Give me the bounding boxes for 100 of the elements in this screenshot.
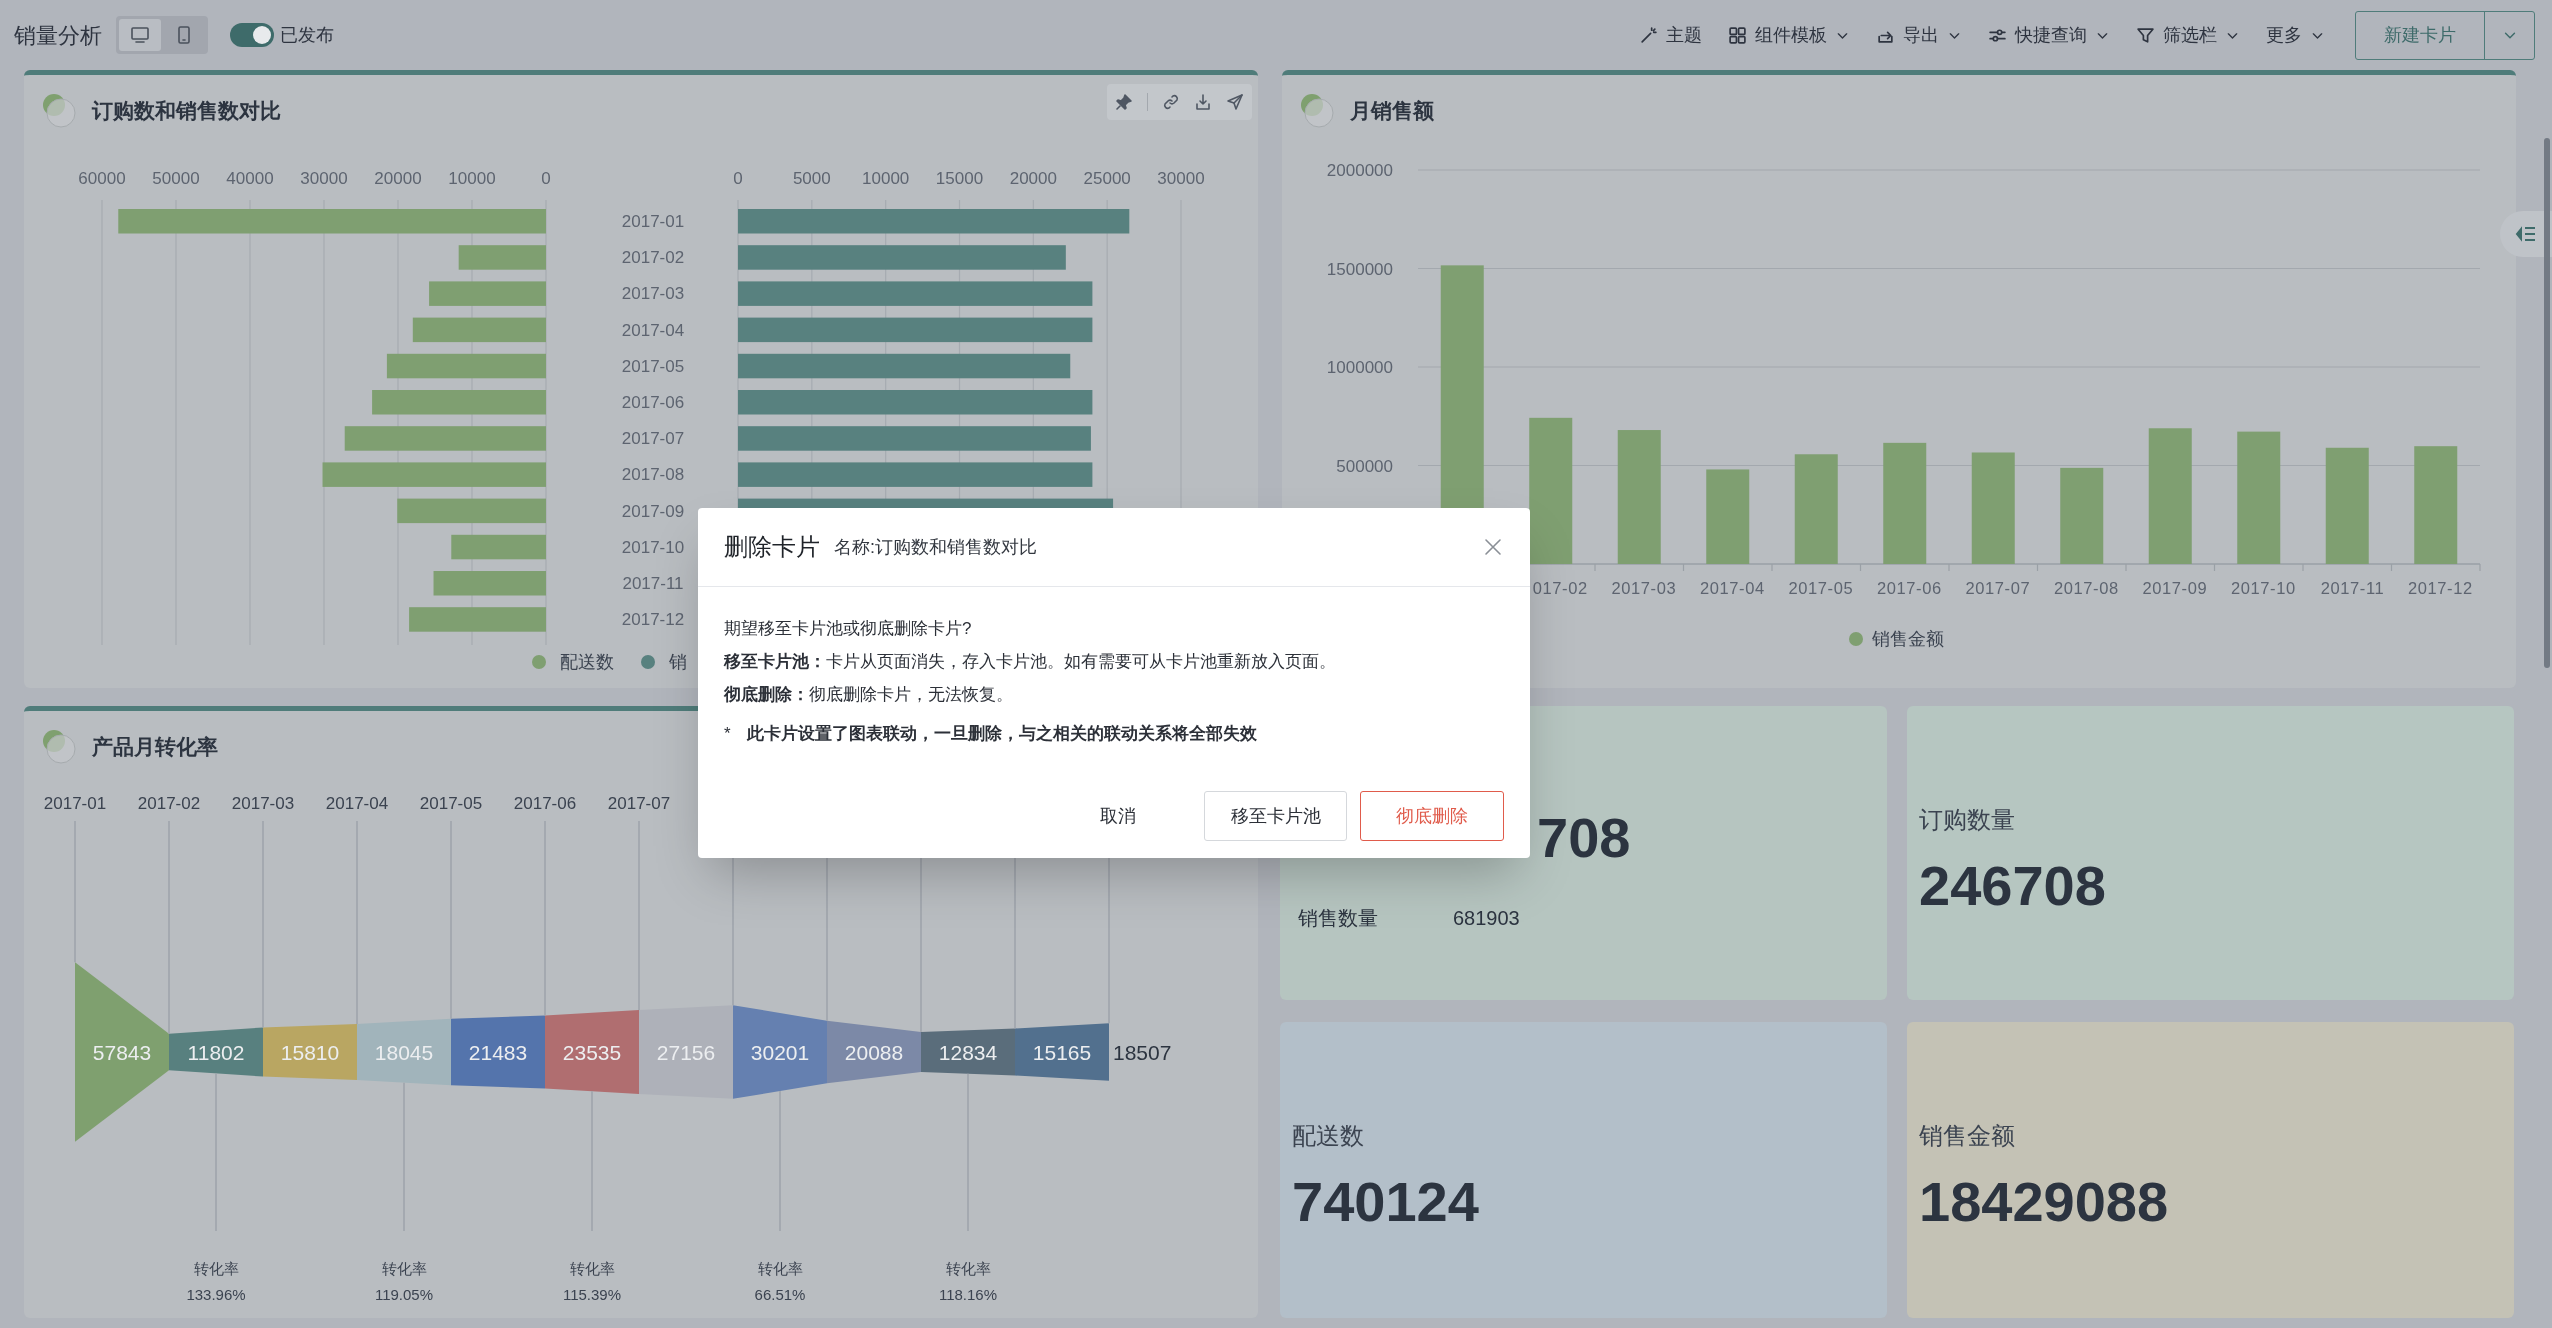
category-label: 2017-09 xyxy=(621,501,685,521)
kpi-label: 配送数 xyxy=(1292,1124,1365,1148)
menu-button[interactable]: 快捷查询 xyxy=(1988,21,2110,49)
card-title: 产品月转化率 xyxy=(92,734,218,761)
category-label: 2017-07 xyxy=(1965,579,2031,597)
desktop-view-button[interactable] xyxy=(119,19,161,51)
card-title: 月销售额 xyxy=(1350,98,1434,125)
category-label: 2017-08 xyxy=(621,465,685,485)
category-label: 2017-12 xyxy=(621,610,685,630)
rate-label: 转化率 xyxy=(945,1260,991,1277)
legend-label: 销售金额 xyxy=(1872,629,1944,649)
axis-label: 40000 xyxy=(226,169,274,188)
rate-label: 转化率 xyxy=(381,1260,427,1277)
send-button[interactable] xyxy=(1226,93,1244,111)
rate-label: 转化率 xyxy=(569,1260,615,1277)
stage-value: 23535 xyxy=(562,1041,622,1064)
link-button[interactable] xyxy=(1162,93,1180,111)
category-label: 2017-11 xyxy=(2320,579,2385,597)
stage-value: 18507 xyxy=(1113,1041,1172,1064)
dialog-title: 删除卡片 xyxy=(724,532,820,562)
axis-label: 25000 xyxy=(1083,169,1131,188)
close-button[interactable] xyxy=(1482,536,1504,558)
stage-value: 20088 xyxy=(844,1041,904,1064)
stage-label: 2017-06 xyxy=(513,794,577,813)
rate-label: 转化率 xyxy=(193,1260,239,1277)
legend-label: 销 xyxy=(669,650,687,674)
scrollbar[interactable] xyxy=(2544,138,2550,668)
stage-value: 15165 xyxy=(1032,1041,1092,1064)
detail-value: 681903 xyxy=(1453,906,1520,931)
warning-text: 此卡片设置了图表联动，一旦删除，与之相关的联动关系将全部失效 xyxy=(747,723,1257,745)
dialog-subtitle: 名称:订购数和销售数对比 xyxy=(834,535,1037,559)
pin-icon xyxy=(1115,93,1133,111)
kpi-value: 18429088 xyxy=(1919,1174,2170,1230)
axis-label: 10000 xyxy=(862,169,910,188)
axis-label: 20000 xyxy=(1009,169,1057,188)
menu-button[interactable]: 组件模板 xyxy=(1728,21,1850,49)
kpi-label: 订购数量 xyxy=(1919,808,2016,832)
category-label: 2017-03 xyxy=(621,284,685,304)
category-label: 2017-05 xyxy=(621,356,685,376)
download-button[interactable] xyxy=(1194,93,1212,111)
stage-label: 2017-05 xyxy=(419,794,483,813)
rate-value: 66.51% xyxy=(754,1286,806,1303)
publish-label: 已发布 xyxy=(280,23,334,47)
send-icon xyxy=(1226,93,1244,111)
category-label: 2017-05 xyxy=(1788,579,1854,597)
dialog-text: 彻底删除：彻底删除卡片，无法恢复。 xyxy=(724,684,1014,706)
publish-switch[interactable] xyxy=(230,23,274,47)
stage-value: 12834 xyxy=(938,1041,998,1064)
axis-label: 1500000 xyxy=(1326,259,1393,279)
legend-label: 配送数 xyxy=(560,650,614,674)
menu-button[interactable]: 导出 xyxy=(1876,21,1962,49)
stage-label: 2017-04 xyxy=(325,794,389,813)
stage-value: 18045 xyxy=(374,1041,434,1064)
menu-button[interactable]: 主题 xyxy=(1639,21,1702,49)
category-label: 2017-10 xyxy=(621,537,685,557)
axis-label: 2000000 xyxy=(1326,161,1393,180)
category-label: 2017-06 xyxy=(1877,579,1942,597)
stage-label: 2017-03 xyxy=(231,794,295,813)
axis-label: 30000 xyxy=(1157,169,1205,188)
move-button[interactable]: 移至卡片池 xyxy=(1204,791,1347,841)
rate-value: 119.05% xyxy=(374,1286,434,1303)
rate-value: 133.96% xyxy=(186,1286,246,1303)
indent-icon xyxy=(2515,225,2537,243)
filter-icon xyxy=(2136,25,2155,45)
category-label: 017-02 xyxy=(1532,579,1588,597)
category-label: 2017-10 xyxy=(2231,579,2296,597)
kpi-value: 740124 xyxy=(1292,1174,1480,1230)
rate-value: 118.16% xyxy=(938,1286,998,1303)
warning-mark: * xyxy=(724,723,732,745)
axis-label: 1000000 xyxy=(1326,358,1393,377)
category-label: 2017-09 xyxy=(2142,579,2208,597)
stage-value: 15810 xyxy=(280,1041,340,1064)
page-title: 销量分析 xyxy=(14,21,102,50)
link-icon xyxy=(1162,93,1180,111)
axis-label: 60000 xyxy=(78,169,126,188)
category-label: 2017-04 xyxy=(1700,579,1765,597)
category-label: 2017-04 xyxy=(621,320,685,340)
category-label: 2017-02 xyxy=(621,248,685,268)
category-label: 2017-08 xyxy=(2054,579,2119,597)
stage-value: 21483 xyxy=(468,1041,528,1064)
axis-label: 10000 xyxy=(448,169,496,188)
stage-label: 2017-07 xyxy=(607,794,671,813)
download-icon xyxy=(1194,93,1212,111)
stage-label: 2017-02 xyxy=(137,794,201,813)
dialog-text: 期望移至卡片池或彻底删除卡片? xyxy=(724,618,973,640)
close-icon xyxy=(1482,536,1504,558)
kpi-value: 246708 xyxy=(1919,858,2107,914)
magic-wand-icon xyxy=(1639,25,1658,45)
menu-button[interactable]: 更多 xyxy=(2266,21,2325,49)
monitor-icon xyxy=(130,25,150,45)
delete-button[interactable]: 彻底删除 xyxy=(1360,791,1504,841)
axis-label: 20000 xyxy=(374,169,422,188)
axis-label: 30000 xyxy=(300,169,348,188)
card-title: 订购数和销售数对比 xyxy=(92,98,281,125)
category-label: 2017-07 xyxy=(621,429,685,449)
category-label: 2017-06 xyxy=(621,393,685,412)
rate-value: 115.39% xyxy=(562,1286,622,1303)
pin-button[interactable] xyxy=(1115,93,1133,111)
stage-value: 27156 xyxy=(656,1041,716,1064)
menu-button[interactable]: 筛选栏 xyxy=(2136,21,2240,49)
